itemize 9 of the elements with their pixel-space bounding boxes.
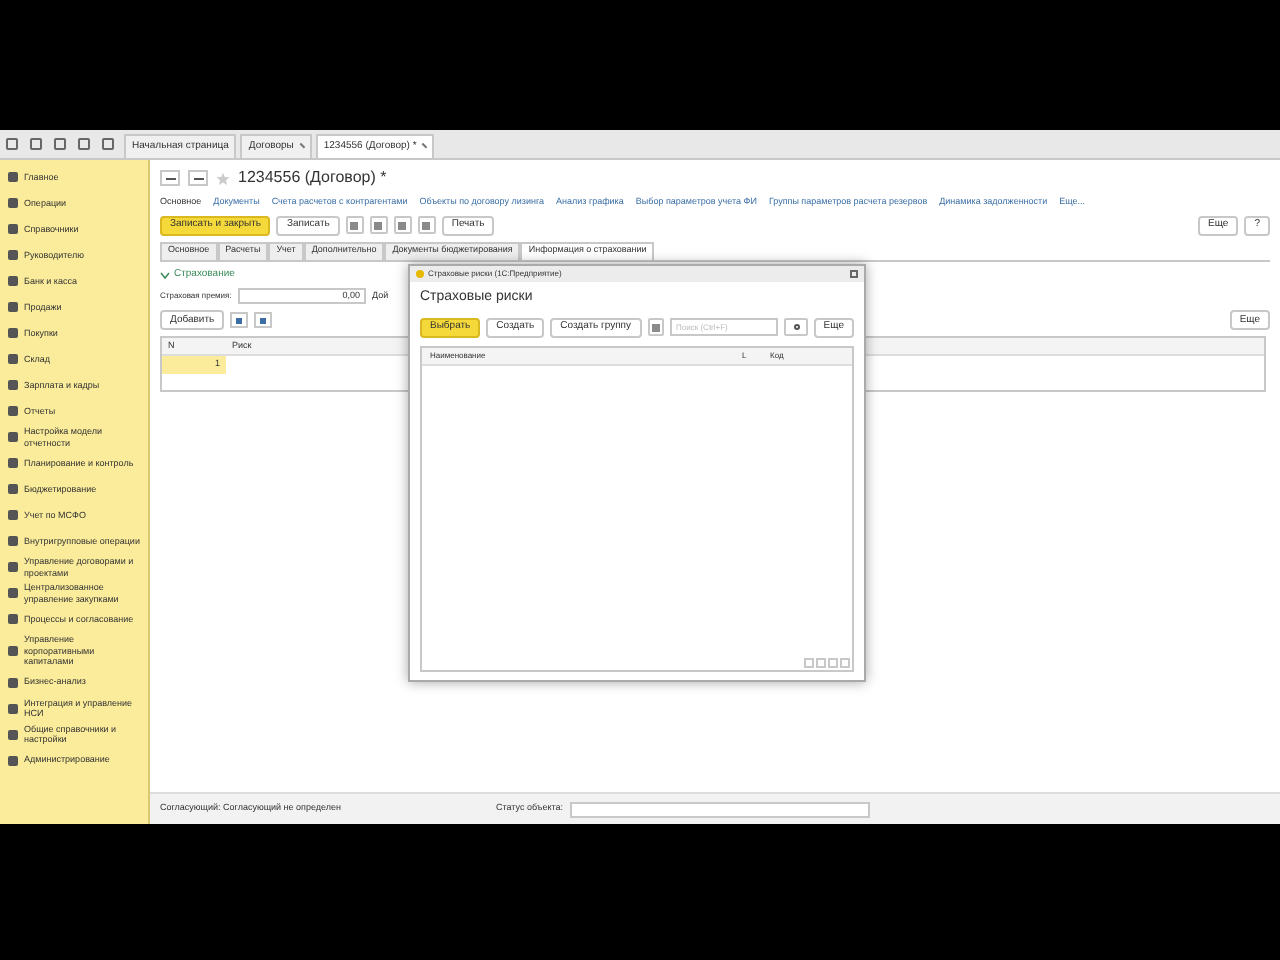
chevron-icon[interactable] [160, 271, 170, 279]
form-title: 1234556 (Договор) * [238, 166, 387, 190]
forward-button[interactable] [188, 170, 208, 186]
back-button[interactable] [160, 170, 180, 186]
app-icon [416, 270, 424, 278]
status-field[interactable] [569, 801, 870, 817]
search-button[interactable] [784, 318, 808, 336]
move-up-button[interactable] [230, 312, 249, 329]
move-down-button[interactable] [254, 312, 273, 329]
